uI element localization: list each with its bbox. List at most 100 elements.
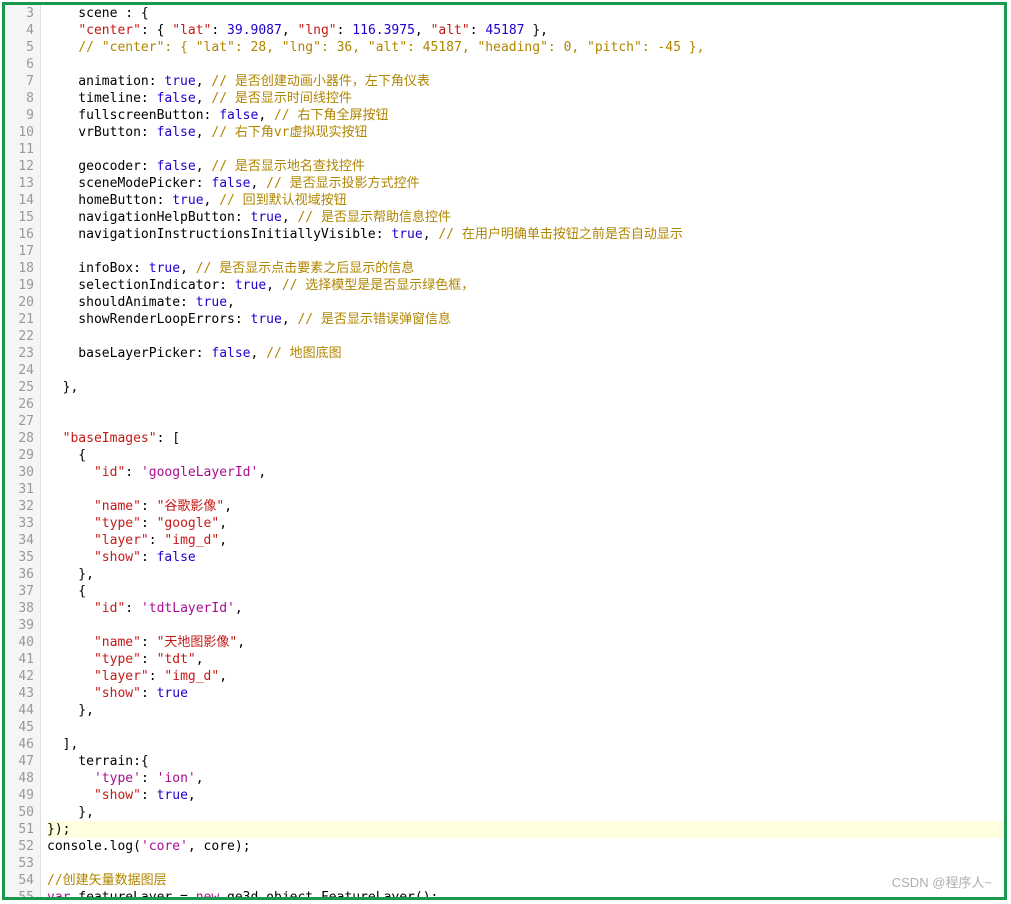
code-line[interactable]: navigationHelpButton: true, // 是否显示帮助信息控… <box>47 209 1004 226</box>
code-line[interactable]: geocoder: false, // 是否显示地名查找控件 <box>47 158 1004 175</box>
code-line[interactable]: }, <box>47 566 1004 583</box>
token-plain <box>47 771 94 786</box>
token-key: "center" <box>78 23 141 38</box>
code-line[interactable]: scene : { <box>47 5 1004 22</box>
line-number: 48 <box>5 770 34 787</box>
code-line[interactable]: 'type': 'ion', <box>47 770 1004 787</box>
line-number: 17 <box>5 243 34 260</box>
token-bool: true <box>149 261 180 276</box>
token-plain: , <box>258 108 274 123</box>
code-line[interactable]: }, <box>47 804 1004 821</box>
token-plain: animation: <box>47 74 164 89</box>
code-line[interactable]: }, <box>47 379 1004 396</box>
code-editor[interactable]: 3456789101112131415161718192021222324252… <box>5 5 1004 897</box>
code-line[interactable] <box>47 396 1004 413</box>
code-line[interactable]: "show": false <box>47 549 1004 566</box>
code-line[interactable]: "show": true <box>47 685 1004 702</box>
code-line[interactable] <box>47 413 1004 430</box>
code-line[interactable]: ], <box>47 736 1004 753</box>
code-line[interactable] <box>47 56 1004 73</box>
token-plain: , <box>282 23 298 38</box>
line-number: 55 <box>5 889 34 900</box>
code-line[interactable]: fullscreenButton: false, // 右下角全屏按钮 <box>47 107 1004 124</box>
token-plain: , <box>266 278 282 293</box>
token-plain: , <box>282 210 298 225</box>
token-plain: , <box>188 788 196 803</box>
code-line[interactable] <box>47 617 1004 634</box>
code-line[interactable]: homeButton: true, // 回到默认视域按钮 <box>47 192 1004 209</box>
code-line[interactable]: // "center": { "lat": 28, "lng": 36, "al… <box>47 39 1004 56</box>
code-line[interactable]: "layer": "img_d", <box>47 668 1004 685</box>
token-plain: ], <box>47 737 78 752</box>
code-line[interactable] <box>47 855 1004 872</box>
code-line[interactable] <box>47 243 1004 260</box>
token-plain: homeButton: <box>47 193 172 208</box>
code-line[interactable]: infoBox: true, // 是否显示点击要素之后显示的信息 <box>47 260 1004 277</box>
code-line[interactable] <box>47 719 1004 736</box>
token-plain <box>219 890 227 900</box>
token-plain: navigationHelpButton: <box>47 210 251 225</box>
code-line[interactable]: navigationInstructionsInitiallyVisible: … <box>47 226 1004 243</box>
token-cmt: // 地图底图 <box>266 346 341 361</box>
token-key: "alt" <box>431 23 470 38</box>
code-line[interactable]: { <box>47 447 1004 464</box>
code-line[interactable]: "type": "tdt", <box>47 651 1004 668</box>
line-number: 47 <box>5 753 34 770</box>
code-line[interactable]: animation: true, // 是否创建动画小器件，左下角仪表 <box>47 73 1004 90</box>
code-line[interactable]: "id": 'tdtLayerId', <box>47 600 1004 617</box>
token-key: "type" <box>94 516 141 531</box>
code-line[interactable]: "baseImages": [ <box>47 430 1004 447</box>
token-plain: sceneModePicker: <box>47 176 211 191</box>
token-plain: , <box>180 261 196 276</box>
line-number: 33 <box>5 515 34 532</box>
code-line[interactable]: console.log('core', core); <box>47 838 1004 855</box>
code-line[interactable] <box>47 328 1004 345</box>
code-line[interactable]: shouldAnimate: true, <box>47 294 1004 311</box>
code-line[interactable] <box>47 362 1004 379</box>
code-line[interactable]: "show": true, <box>47 787 1004 804</box>
code-line[interactable] <box>47 141 1004 158</box>
token-plain: , <box>227 295 235 310</box>
code-line[interactable]: sceneModePicker: false, // 是否显示投影方式控件 <box>47 175 1004 192</box>
code-area[interactable]: scene : { "center": { "lat": 39.9087, "l… <box>41 5 1004 897</box>
code-line[interactable]: "id": 'googleLayerId', <box>47 464 1004 481</box>
token-obj: ge3d <box>227 890 258 900</box>
code-line[interactable]: //创建矢量数据图层 <box>47 872 1004 889</box>
code-line[interactable]: timeline: false, // 是否显示时间线控件 <box>47 90 1004 107</box>
token-bool: true <box>157 686 188 701</box>
code-line[interactable]: showRenderLoopErrors: true, // 是否显示错误弹窗信… <box>47 311 1004 328</box>
code-line[interactable]: selectionIndicator: true, // 选择模型是是否显示绿色… <box>47 277 1004 294</box>
token-cmt: // 选择模型是是否显示绿色框， <box>282 278 474 293</box>
code-line[interactable]: var featureLayer = new ge3d.object.Featu… <box>47 889 1004 900</box>
line-number: 14 <box>5 192 34 209</box>
code-line[interactable]: vrButton: false, // 右下角vr虚拟现实按钮 <box>47 124 1004 141</box>
line-number: 9 <box>5 107 34 124</box>
token-cmt: //创建矢量数据图层 <box>47 873 167 888</box>
line-number: 50 <box>5 804 34 821</box>
code-line[interactable]: "center": { "lat": 39.9087, "lng": 116.3… <box>47 22 1004 39</box>
code-line[interactable]: "name": "天地图影像", <box>47 634 1004 651</box>
token-cmt: // 回到默认视域按钮 <box>219 193 346 208</box>
token-plain: , <box>196 652 204 667</box>
code-line[interactable]: "layer": "img_d", <box>47 532 1004 549</box>
line-number: 44 <box>5 702 34 719</box>
token-plain: : <box>141 788 157 803</box>
line-number: 37 <box>5 583 34 600</box>
token-plain: , <box>219 669 227 684</box>
code-line[interactable]: terrain:{ <box>47 753 1004 770</box>
code-line[interactable]: "name": "谷歌影像", <box>47 498 1004 515</box>
token-key: "type" <box>94 652 141 667</box>
token-plain: infoBox: <box>47 261 149 276</box>
token-cmt: // 是否显示点击要素之后显示的信息 <box>196 261 414 276</box>
token-plain: , <box>224 499 232 514</box>
line-number: 36 <box>5 566 34 583</box>
code-line[interactable]: baseLayerPicker: false, // 地图底图 <box>47 345 1004 362</box>
code-line[interactable]: }); <box>47 821 1004 838</box>
line-number: 13 <box>5 175 34 192</box>
code-line[interactable] <box>47 481 1004 498</box>
token-bool: false <box>157 550 196 565</box>
line-number: 49 <box>5 787 34 804</box>
code-line[interactable]: }, <box>47 702 1004 719</box>
code-line[interactable]: "type": "google", <box>47 515 1004 532</box>
code-line[interactable]: { <box>47 583 1004 600</box>
